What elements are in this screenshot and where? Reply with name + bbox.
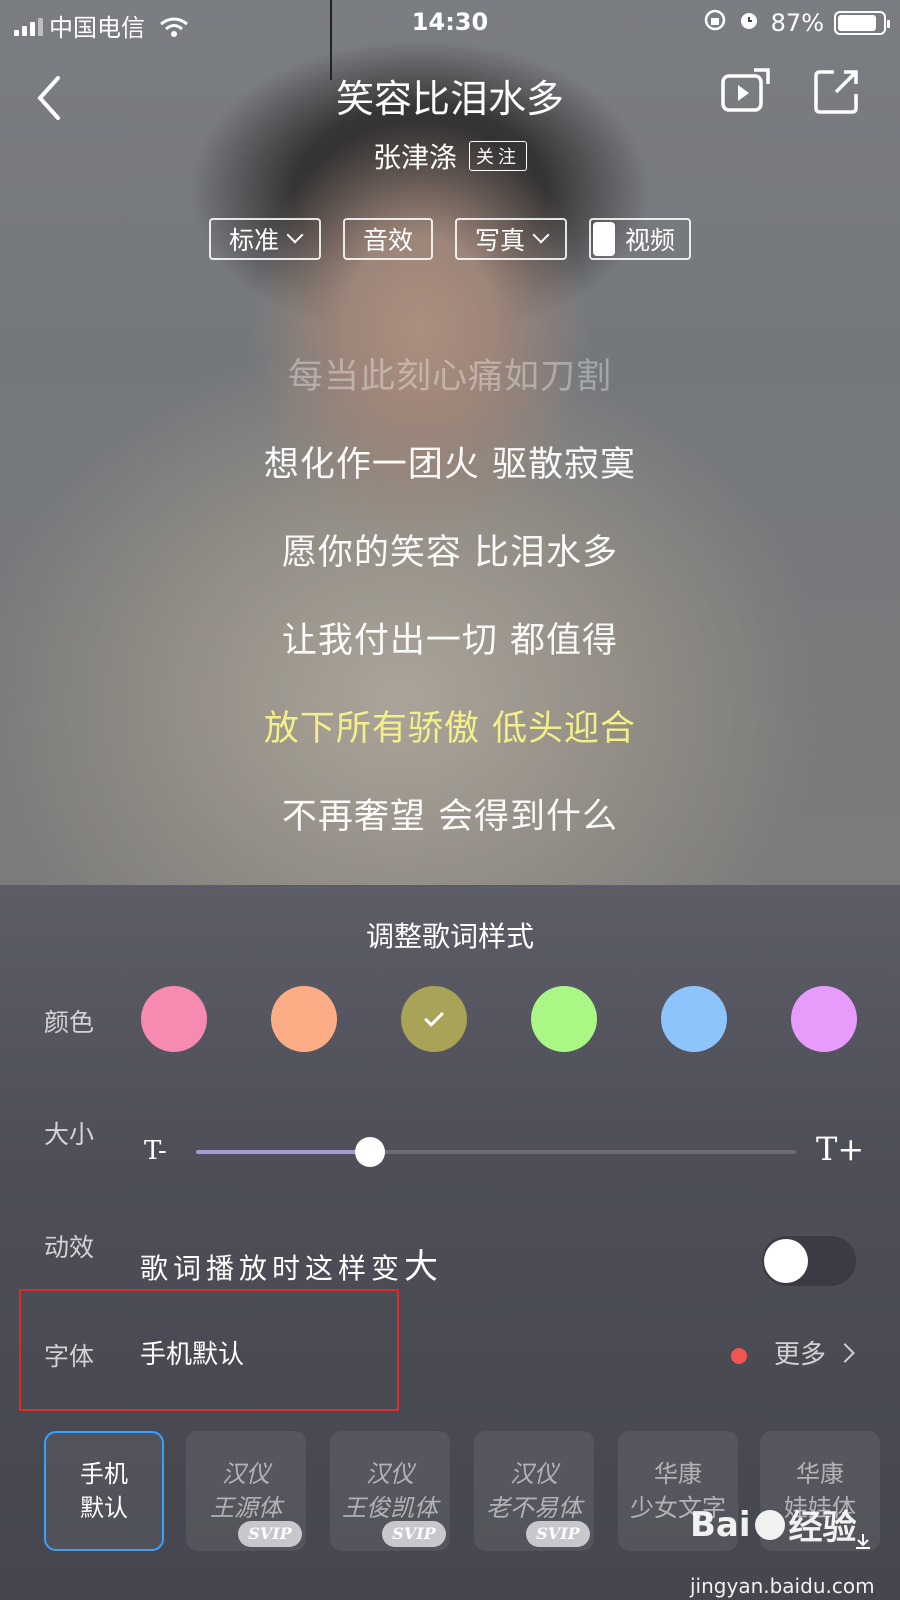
chevron-down-icon <box>532 226 550 244</box>
artist-row: 张津涤 关注 <box>0 136 900 176</box>
color-label: 颜色 <box>44 1008 95 1037</box>
animation-toggle[interactable] <box>762 1236 856 1286</box>
watermark-logo-left: Bai <box>690 1504 751 1545</box>
photo-mode-button[interactable]: 写真 <box>455 218 568 260</box>
new-badge-dot <box>731 1348 747 1364</box>
svip-badge: SVIP <box>382 1521 446 1547</box>
share-icon[interactable] <box>812 66 862 116</box>
status-right-group: 87% <box>703 8 890 38</box>
video-toggle-icon <box>593 222 616 256</box>
color-swatch-pink[interactable] <box>141 986 207 1052</box>
lyric-line: 每当此刻心痛如刀割 <box>287 357 612 397</box>
mv-icon[interactable] <box>720 66 772 116</box>
sound-effects-button[interactable]: 音效 <box>342 218 433 260</box>
baidu-jingyan-watermark: Bai 经验 jingyan.baidu.com <box>680 1490 900 1600</box>
standard-mode-label: 标准 <box>228 226 279 255</box>
color-swatch-orange[interactable] <box>271 986 337 1052</box>
font-card-line1: 汉仪 <box>510 1460 558 1488</box>
battery-percent: 87% <box>770 9 824 37</box>
status-bar: 中国电信 14:30 87% <box>0 0 900 44</box>
animation-text-big: 大 <box>404 1247 444 1287</box>
size-slider-fill <box>196 1150 370 1154</box>
watermark-logo-right: 经验 <box>788 1508 857 1548</box>
font-card-line2: 默认 <box>80 1494 128 1522</box>
font-label: 字体 <box>44 1342 95 1371</box>
chevron-right-icon <box>835 1342 855 1363</box>
video-mode-button[interactable]: 视频 <box>589 218 692 260</box>
video-mode-label: 视频 <box>625 226 676 255</box>
mode-selector: 标准 音效 写真 视频 <box>0 218 900 260</box>
svip-badge: SVIP <box>526 1521 590 1547</box>
alarm-icon <box>737 8 761 38</box>
battery-fill <box>838 15 877 31</box>
color-swatch-olive[interactable] <box>401 986 467 1052</box>
size-decrease-label[interactable]: T- <box>144 1136 167 1166</box>
font-card-line1: 汉仪 <box>366 1460 414 1488</box>
more-fonts-label: 更多 <box>774 1340 827 1370</box>
paw-icon <box>754 1509 785 1540</box>
lyric-line: 愿你的笑容 比泪水多 <box>281 533 619 573</box>
font-card-default[interactable]: 手机 默认 <box>44 1431 164 1551</box>
current-lyric-line: 放下所有骄傲 低头迎合 <box>263 709 637 749</box>
font-card-line1: 手机 <box>80 1460 128 1488</box>
sound-effects-label: 音效 <box>362 226 413 255</box>
size-label: 大小 <box>44 1120 95 1149</box>
check-icon <box>424 1007 444 1027</box>
svip-badge: SVIP <box>238 1521 302 1547</box>
lyric-line: 想化作一团火 驱散寂寞 <box>263 445 637 485</box>
watermark-url: jingyan.baidu.com <box>690 1574 875 1598</box>
font-card-wangjunkai[interactable]: 汉仪 王俊凯体 SVIP <box>330 1431 450 1551</box>
lyric-line: 不再奢望 会得到什么 <box>281 797 619 837</box>
animation-label: 动效 <box>44 1233 95 1262</box>
rotation-lock-icon <box>703 8 727 38</box>
follow-button[interactable]: 关注 <box>469 141 527 171</box>
lyric-line: 让我付出一切 都值得 <box>281 621 619 661</box>
player-header: 笑容比泪水多 <box>0 60 900 130</box>
color-swatch-green[interactable] <box>531 986 597 1052</box>
photo-mode-label: 写真 <box>475 226 526 255</box>
size-slider[interactable] <box>196 1137 796 1167</box>
current-font-value: 手机默认 <box>140 1340 245 1370</box>
font-card-line1: 汉仪 <box>222 1460 270 1488</box>
toggle-knob <box>764 1239 808 1283</box>
panel-title: 调整歌词样式 <box>365 920 534 953</box>
font-card-line1: 华康 <box>654 1460 702 1488</box>
animation-text: 歌词播放时这样变 <box>140 1252 405 1285</box>
artist-name[interactable]: 张津涤 <box>373 136 457 176</box>
color-swatch-purple[interactable] <box>791 986 857 1052</box>
font-card-wangyuan[interactable]: 汉仪 王源体 SVIP <box>186 1431 306 1551</box>
chevron-down-icon <box>286 226 304 244</box>
watermark-logo: Bai 经验 <box>690 1500 857 1549</box>
font-card-laobuyi[interactable]: 汉仪 老不易体 SVIP <box>474 1431 594 1551</box>
animation-description: 歌词播放时这样变大 <box>140 1239 443 1288</box>
size-slider-thumb[interactable] <box>355 1137 385 1167</box>
color-swatch-blue[interactable] <box>661 986 727 1052</box>
battery-icon <box>834 11 890 35</box>
size-increase-label[interactable]: T+ <box>816 1130 864 1168</box>
standard-mode-button[interactable]: 标准 <box>208 218 321 260</box>
more-fonts-link[interactable]: 更多 <box>774 1334 855 1371</box>
font-card-line1: 华康 <box>796 1460 844 1488</box>
